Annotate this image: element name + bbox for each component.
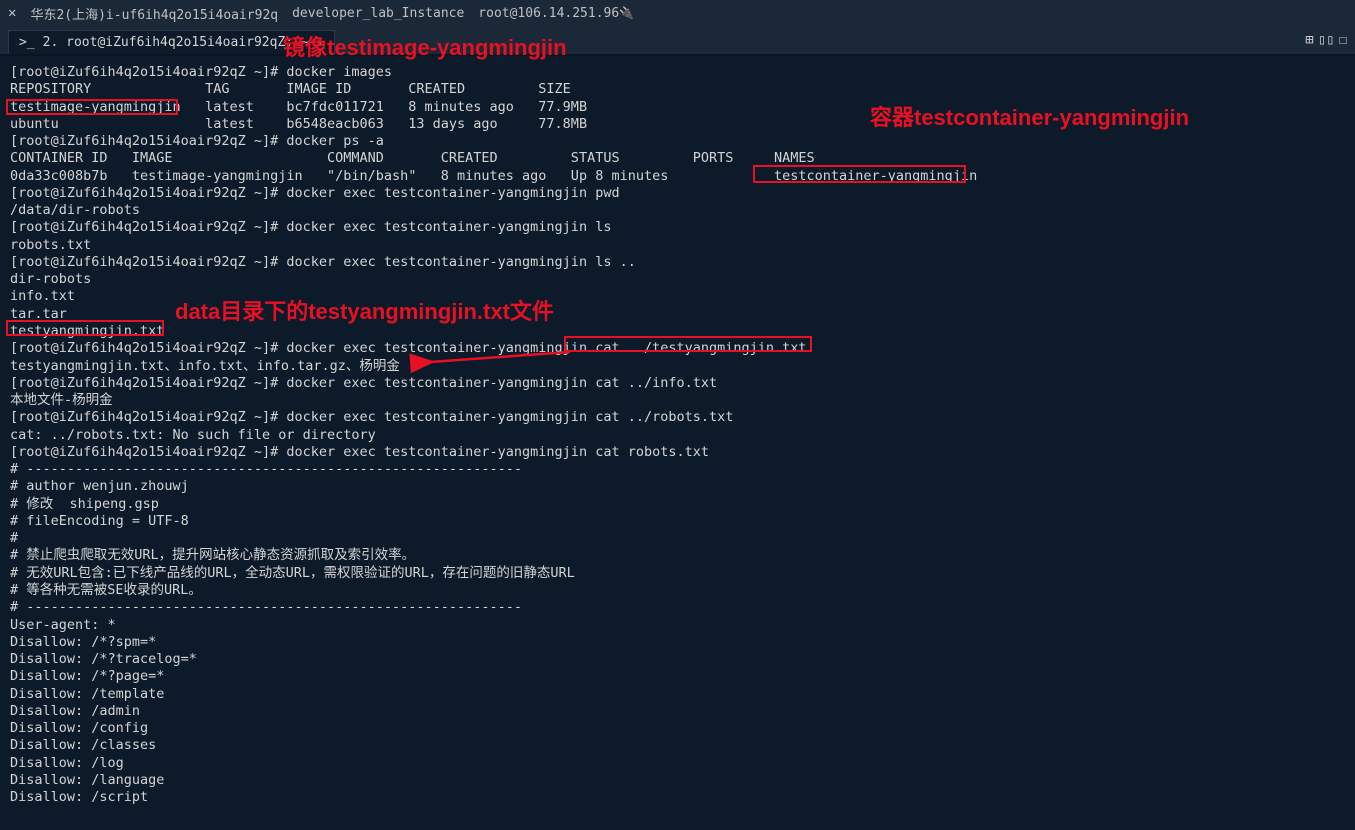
terminal-line: [root@iZuf6ih4q2o15i4oair92qZ ~]# docker… [10, 133, 384, 149]
annotation-image: 镜像testimage-yangmingjin [283, 30, 567, 62]
root-label: root@106.14.251.96🔌 [478, 6, 634, 21]
terminal-line: # author wenjun.zhouwj [10, 478, 189, 494]
terminal-line: [root@iZuf6ih4q2o15i4oair92qZ ~]# docker… [10, 185, 620, 201]
arrow-annotation [420, 350, 580, 384]
region-label: 华东2(上海)i-uf6ih4q2o15i4oair92q [30, 4, 278, 23]
terminal-line: Disallow: /*?page=* [10, 668, 164, 684]
redbox-cat-command [564, 336, 812, 352]
terminal-line: [root@iZuf6ih4q2o15i4oair92qZ ~]# docker… [10, 375, 717, 391]
terminal-line: [root@iZuf6ih4q2o15i4oair92qZ ~]# docker… [10, 64, 392, 80]
plug-icon: 🔌 [619, 6, 634, 20]
terminal-line: # 无效URL包含:已下线产品线的URL，全动态URL，需权限验证的URL，存在… [10, 565, 575, 581]
terminal-line: # --------------------------------------… [10, 461, 522, 477]
tab-right-controls: ⊞ ▯▯ ☐ [1305, 32, 1347, 48]
terminal-line: User-agent: * [10, 617, 116, 633]
instance-label: developer_lab_Instance [292, 6, 464, 21]
terminal-line: info.txt [10, 288, 75, 304]
terminal-line: Disallow: /*?spm=* [10, 634, 156, 650]
maximize-icon[interactable]: ☐ [1339, 32, 1347, 48]
terminal-line: cat: ../robots.txt: No such file or dire… [10, 427, 376, 443]
terminal-icon: >_ [19, 35, 35, 50]
terminal-line: [root@iZuf6ih4q2o15i4oair92qZ ~]# docker… [10, 409, 733, 425]
terminal-line: Disallow: /*?tracelog=* [10, 651, 197, 667]
terminal-line: # [10, 530, 18, 546]
terminal-line: # --------------------------------------… [10, 599, 522, 615]
terminal-line: # fileEncoding = UTF-8 [10, 513, 189, 529]
terminal-line: Disallow: /template [10, 686, 164, 702]
terminal-line: testyangmingjin.txt、info.txt、info.tar.gz… [10, 358, 400, 374]
terminal-line: ubuntu latest b6548eacb063 13 days ago 7… [10, 116, 587, 132]
terminal-line: dir-robots [10, 271, 91, 287]
terminal-line: REPOSITORY TAG IMAGE ID CREATED SIZE [10, 81, 571, 97]
terminal-line: Disallow: /language [10, 772, 164, 788]
terminal-line: Disallow: /log [10, 755, 124, 771]
terminal-line: 本地文件-杨明金 [10, 392, 113, 408]
redbox-test-file [6, 320, 164, 336]
terminal-line: # 等各种无需被SE收录的URL。 [10, 582, 202, 598]
terminal-line: # 修改 shipeng.gsp [10, 496, 159, 512]
redbox-container-name [753, 165, 966, 183]
split-vertical-icon[interactable]: ▯▯ [1318, 32, 1335, 48]
terminal-line: Disallow: /classes [10, 737, 156, 753]
annotation-container: 容器testcontainer-yangmingjin [870, 100, 1189, 132]
redbox-image-name [6, 99, 178, 115]
terminal-line: Disallow: /admin [10, 703, 140, 719]
terminal-line: # 禁止爬虫爬取无效URL，提升网站核心静态资源抓取及索引效率。 [10, 547, 415, 563]
terminal-line: [root@iZuf6ih4q2o15i4oair92qZ ~]# docker… [10, 219, 611, 235]
terminal-line: Disallow: /config [10, 720, 148, 736]
terminal-line: /data/dir-robots [10, 202, 140, 218]
terminal-line: robots.txt [10, 237, 91, 253]
annotation-file: data目录下的testyangmingjin.txt文件 [175, 294, 554, 326]
tab-bar: >_ 2. root@iZuf6ih4q2o15i4oair92qZ: ~ ✕ … [0, 26, 1355, 56]
add-tab-icon[interactable]: ⊞ [1305, 32, 1313, 48]
tab-label: 2. root@iZuf6ih4q2o15i4oair92qZ: ~ [43, 35, 309, 50]
terminal-line: CONTAINER ID IMAGE COMMAND CREATED STATU… [10, 150, 815, 166]
terminal-line: [root@iZuf6ih4q2o15i4oair92qZ ~]# docker… [10, 254, 636, 270]
terminal-body[interactable]: [root@iZuf6ih4q2o15i4oair92qZ ~]# docker… [0, 56, 1355, 814]
terminal-line: [root@iZuf6ih4q2o15i4oair92qZ ~]# docker… [10, 444, 709, 460]
close-icon[interactable]: ✕ [8, 5, 16, 21]
top-bar: ✕ 华东2(上海)i-uf6ih4q2o15i4oair92q develope… [0, 0, 1355, 26]
terminal-line: Disallow: /script [10, 789, 148, 805]
